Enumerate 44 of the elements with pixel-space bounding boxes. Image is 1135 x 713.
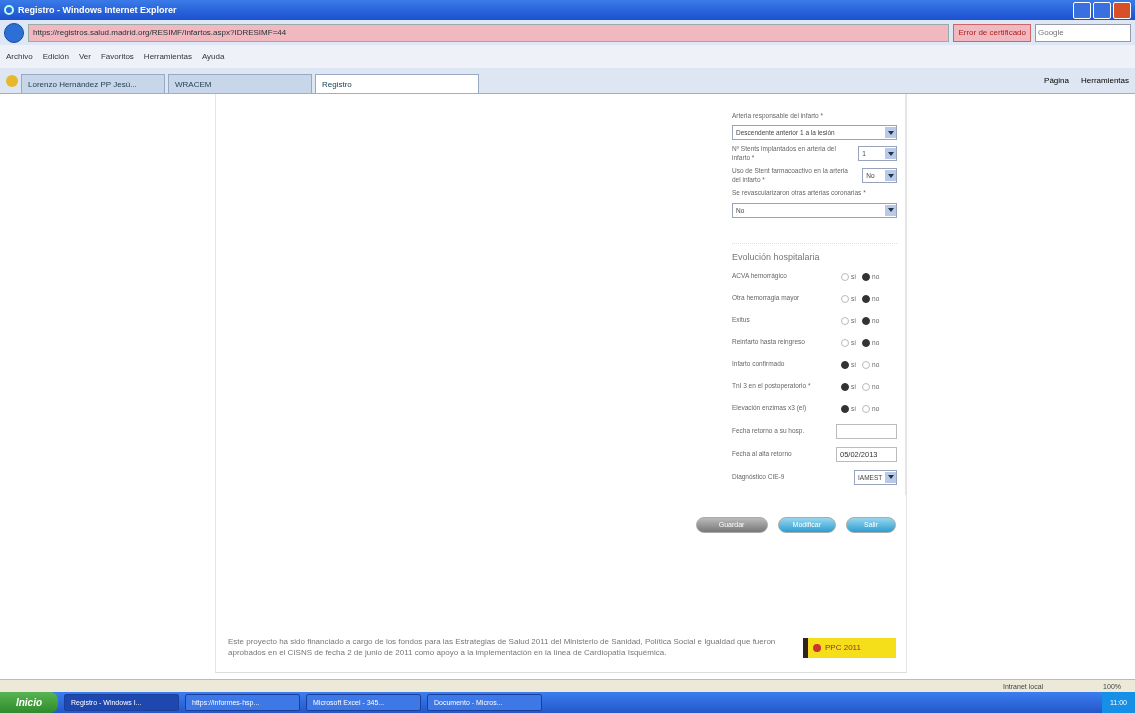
maximize-button[interactable] xyxy=(1093,1,1111,19)
funding-logo: PPC 2011 xyxy=(803,637,896,658)
caret-icon xyxy=(887,208,894,213)
close-button[interactable] xyxy=(1113,1,1131,19)
menu-item[interactable]: Herramientas xyxy=(143,52,192,61)
radio-button[interactable] xyxy=(841,316,849,325)
certificate-error-button[interactable]: Error de certificado xyxy=(953,23,1031,42)
menu-item[interactable]: Edición xyxy=(42,52,69,61)
radio-button[interactable] xyxy=(862,316,871,325)
radio-button[interactable] xyxy=(862,404,871,413)
caret-icon xyxy=(887,151,894,156)
radio-button[interactable] xyxy=(841,404,849,413)
menu-item[interactable]: Ayuda xyxy=(201,52,225,61)
radio-button[interactable] xyxy=(841,360,849,369)
radio-button[interactable] xyxy=(841,382,849,391)
menu-item[interactable]: Archivo xyxy=(6,52,33,61)
caret-icon xyxy=(887,475,894,480)
menu-item[interactable]: Ver xyxy=(78,52,91,61)
menu-item[interactable]: Favoritos xyxy=(100,52,134,61)
toolbar-menu[interactable]: Herramientas xyxy=(1081,76,1129,85)
emblem-icon xyxy=(812,642,823,653)
radio-button[interactable] xyxy=(862,272,871,281)
section-title: Evolución hospitalaria xyxy=(732,242,897,262)
browser-tab[interactable]: Registro xyxy=(315,74,479,93)
radio-button[interactable] xyxy=(862,382,871,391)
radio-button[interactable] xyxy=(841,272,849,281)
browser-icon xyxy=(4,5,14,15)
funding-notice: Este proyecto ha sido financiado a cargo de los fondos para las Estrategias de Salud 2011 del Ministerio de Sanidad, Política Social e Igualdad que fueron aprobados en el CISNS de fecha 2 de junio de 2011 como apoyo a la implementación en la línea de Cardiopatía Isquémica. xyxy=(228,637,777,658)
radio-button[interactable] xyxy=(841,338,849,347)
minimize-button[interactable] xyxy=(1073,1,1091,19)
caret-icon xyxy=(887,173,894,178)
browser-tab[interactable]: WRACEM xyxy=(168,74,312,93)
browser-tab[interactable]: Lorenzo Hernández PP Jesú... xyxy=(21,74,165,93)
toolbar-menu[interactable]: Página xyxy=(1044,76,1069,85)
radio-button[interactable] xyxy=(862,294,871,303)
window-title: Registro - Windows Internet Explorer xyxy=(18,5,177,15)
radio-button[interactable] xyxy=(862,338,871,347)
date-field[interactable] xyxy=(836,423,897,439)
address-field[interactable]: https://registros.salud.madrid.org/RESIMF/Infartos.aspx?IDRESIMF=44 xyxy=(28,23,950,42)
search-field[interactable]: Google xyxy=(1035,23,1131,42)
caret-icon xyxy=(887,130,894,135)
radio-button[interactable] xyxy=(862,360,871,369)
radio-button[interactable] xyxy=(841,294,849,303)
back-button[interactable] xyxy=(4,22,24,43)
